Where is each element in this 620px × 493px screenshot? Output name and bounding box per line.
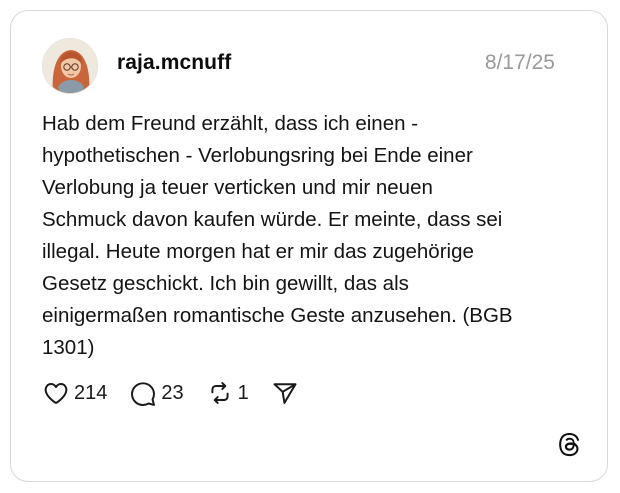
action-bar: 214 23 1: [42, 377, 321, 409]
threads-logo-icon[interactable]: [556, 431, 582, 457]
repost-count: 1: [237, 381, 249, 404]
like-count: 214: [74, 381, 108, 404]
reply-button[interactable]: 23: [129, 379, 184, 407]
post-card: raja.mcnuff 8/17/25 Hab dem Freund erzäh…: [10, 10, 608, 482]
post-date: 8/17/25: [484, 51, 555, 74]
speech-bubble-icon: [129, 379, 157, 407]
reply-count: 23: [161, 381, 184, 404]
share-button[interactable]: [271, 379, 299, 407]
repost-button[interactable]: 1: [206, 379, 249, 407]
username[interactable]: raja.mcnuff: [117, 51, 231, 75]
send-icon: [271, 379, 299, 407]
repost-icon: [206, 379, 234, 407]
avatar[interactable]: [42, 38, 98, 94]
like-button[interactable]: 214: [42, 379, 107, 407]
post-text: Hab dem Freund erzählt, dass ich einen -…: [42, 112, 513, 359]
heart-icon: [42, 379, 70, 407]
